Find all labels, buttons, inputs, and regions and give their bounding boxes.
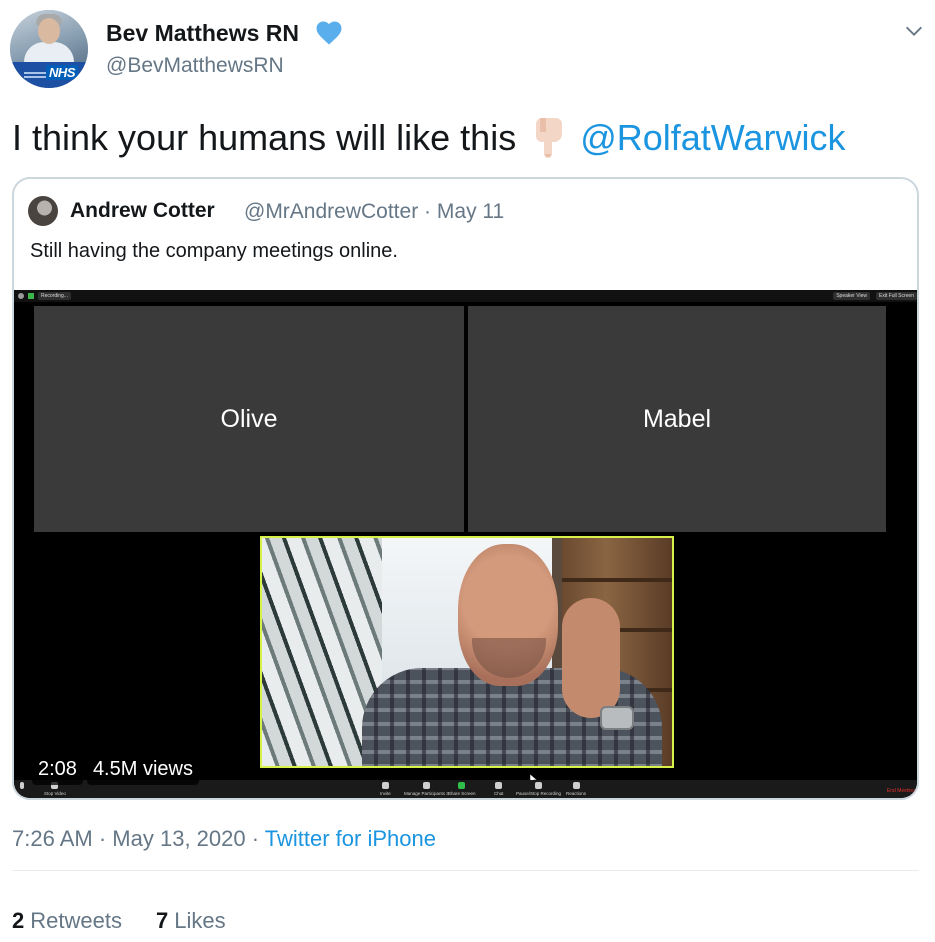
end-meeting-button: End Meeting — [886, 788, 915, 794]
share-screen-icon — [458, 782, 466, 789]
tweet-body: I think your humans will like this — [12, 117, 517, 158]
retweets-label: Retweets — [30, 908, 122, 933]
reactions-button: Reactions — [566, 782, 586, 796]
quoted-author-name[interactable]: Andrew Cotter — [70, 199, 215, 223]
invite-icon — [381, 782, 389, 789]
tweet-text: I think your humans will like this @Rolf… — [12, 116, 845, 160]
active-speaker-video — [260, 536, 674, 768]
participant-name: Mabel — [642, 404, 712, 433]
participant-tile-mabel: Mabel — [468, 306, 886, 532]
participant-name: Olive — [220, 404, 278, 433]
likes-stat[interactable]: 7 Likes — [156, 908, 226, 934]
invite-button: Invite — [380, 782, 391, 796]
separator: · — [424, 200, 432, 223]
tweet-source-link[interactable]: Twitter for iPhone — [265, 826, 436, 851]
likes-count: 7 — [155, 908, 169, 933]
author-display-name[interactable]: Bev Matthews RN — [106, 20, 299, 47]
tweet-header: NHS Bev Matthews RN @BevMatthewsRN — [10, 10, 925, 90]
heart-icon — [316, 21, 342, 45]
tweet-date[interactable]: May 13, 2020 — [112, 826, 245, 851]
quoted-date[interactable]: May 11 — [437, 200, 504, 223]
quoted-text: Still having the company meetings online… — [30, 240, 398, 262]
smiley-icon — [572, 782, 580, 789]
mute-button — [20, 782, 24, 791]
pause-stop-icon — [535, 782, 543, 789]
chat-button: Chat — [494, 782, 504, 796]
chevron-down-icon[interactable] — [903, 20, 925, 42]
info-icon — [18, 293, 24, 299]
likes-label: Likes — [174, 908, 226, 933]
author-handle[interactable]: @BevMatthewsRN — [106, 54, 284, 78]
exit-fullscreen-label: Exit Full Screen — [875, 292, 917, 300]
recording-button: Pause/Stop Recording — [516, 782, 561, 796]
participants-icon — [422, 782, 430, 789]
tweet-time[interactable]: 7:26 AM — [12, 826, 93, 851]
tweet-timestamp: 7:26 AM · May 13, 2020 · Twitter for iPh… — [12, 826, 436, 852]
participant-tile-olive: Olive — [34, 306, 464, 532]
zoom-top-bar: Recording... Speaker View Exit Full Scre… — [14, 290, 917, 302]
author-avatar[interactable]: NHS — [10, 10, 88, 88]
separator: · — [251, 826, 260, 851]
mention-link[interactable]: @RolfatWarwick — [580, 117, 845, 158]
share-screen-button: Share Screen — [448, 782, 476, 796]
chat-icon — [495, 782, 503, 789]
video-player[interactable]: Recording... Speaker View Exit Full Scre… — [14, 290, 917, 798]
video-duration: 2:08 — [32, 753, 83, 785]
video-overlay: 2:08 4.5M views — [32, 753, 199, 785]
recording-indicator: Recording... — [38, 292, 71, 300]
nhs-logo: NHS — [46, 65, 78, 80]
tweet-stats: 2 Retweets 7 Likes — [12, 908, 226, 934]
shield-icon — [28, 293, 34, 299]
quoted-meta: @MrAndrewCotter · May 11 — [244, 200, 504, 224]
video-views: 4.5M views — [86, 753, 199, 785]
divider — [12, 870, 919, 871]
speaker-view-label: Speaker View — [833, 292, 870, 300]
microphone-icon — [20, 782, 24, 789]
retweets-count: 2 — [12, 908, 25, 933]
retweets-stat[interactable]: 2 Retweets — [12, 908, 122, 934]
quoted-handle[interactable]: @MrAndrewCotter — [244, 200, 418, 223]
quoted-tweet[interactable]: Andrew Cotter @MrAndrewCotter · May 11 S… — [12, 177, 919, 800]
quoted-avatar[interactable] — [28, 196, 58, 226]
pointing-down-finger-icon — [536, 118, 563, 158]
separator: · — [98, 826, 107, 851]
manage-participants-button: Manage Participants 3 — [404, 782, 449, 796]
